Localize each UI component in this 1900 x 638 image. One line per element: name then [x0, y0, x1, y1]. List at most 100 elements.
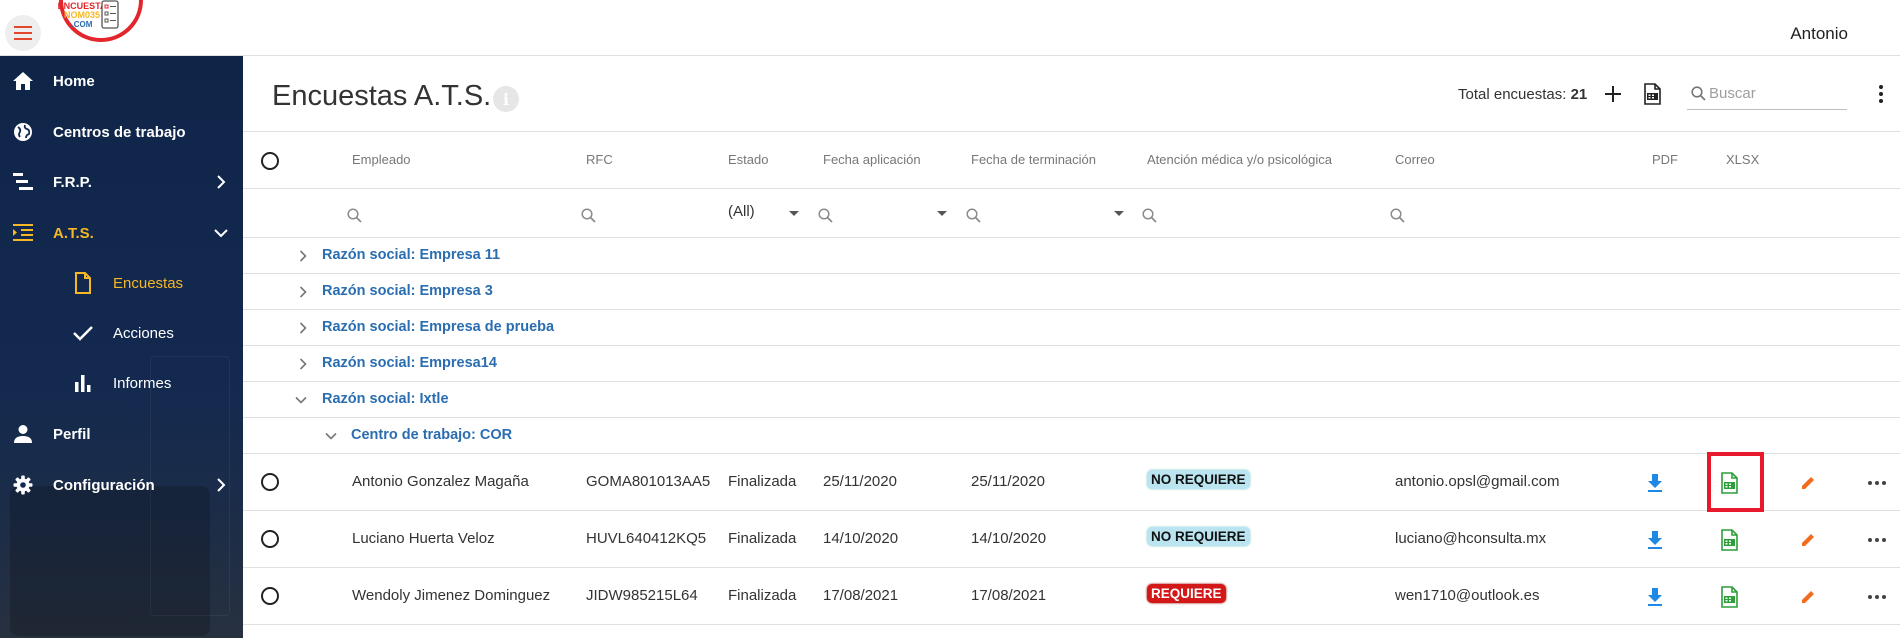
- edit-pencil-icon[interactable]: [1797, 586, 1819, 608]
- hamburger-menu-button[interactable]: [5, 15, 41, 51]
- cell-empleado: Wendoly Jimenez Dominguez: [352, 587, 551, 604]
- cell-estado: Finalizada: [728, 473, 797, 490]
- column-header-correo[interactable]: Correo: [1395, 152, 1435, 167]
- export-xlsx-button[interactable]: [1639, 80, 1667, 108]
- column-header-empleado[interactable]: Empleado: [352, 152, 411, 167]
- column-header-rfc[interactable]: RFC: [586, 152, 613, 167]
- cell-correo: antonio.opsl@gmail.com: [1395, 473, 1560, 490]
- sidebar-item-home[interactable]: Home: [0, 56, 243, 106]
- table-row[interactable]: Wendoly Jimenez Dominguez JIDW985215L64 …: [243, 568, 1900, 625]
- check-icon: [72, 322, 94, 344]
- row-more-options-icon[interactable]: [1866, 529, 1888, 551]
- cell-fecha-aplicacion: 25/11/2020: [823, 473, 897, 490]
- list-indent-icon: [12, 222, 34, 244]
- home-icon: [12, 70, 34, 92]
- search-input[interactable]: [1709, 85, 1839, 102]
- row-more-options-icon[interactable]: [1866, 472, 1888, 494]
- sidebar-item-configuracion[interactable]: Configuración: [0, 460, 243, 510]
- status-badge-no-requiere: NO REQUIERE: [1147, 527, 1250, 546]
- column-header-fecha-terminacion[interactable]: Fecha de terminación: [971, 152, 1096, 167]
- more-vertical-icon: [1879, 85, 1883, 103]
- chevron-right-icon: [297, 286, 309, 298]
- row-select-radio[interactable]: [261, 473, 279, 491]
- download-xlsx-icon[interactable]: [1719, 529, 1741, 551]
- group-row[interactable]: Razón social: Empresa 3: [243, 274, 1900, 310]
- sidebar-item-frp[interactable]: F.R.P.: [0, 157, 243, 207]
- cell-fecha-terminacion: 17/08/2021: [971, 587, 1047, 604]
- xlsx-export-icon: [1644, 83, 1661, 105]
- dropdown-caret-icon[interactable]: [937, 211, 947, 216]
- person-icon: [12, 423, 34, 445]
- table-row[interactable]: Luciano Huerta Veloz HUVL640412KQ5 Final…: [243, 511, 1900, 568]
- row-select-radio[interactable]: [261, 587, 279, 605]
- select-all-radio[interactable]: [261, 152, 279, 170]
- row-select-radio[interactable]: [261, 530, 279, 548]
- subgroup-row[interactable]: Centro de trabajo: COR: [243, 418, 1900, 454]
- group-row[interactable]: Razón social: Ixtle: [243, 382, 1900, 418]
- logo-text-2: NOM035: [64, 10, 100, 20]
- dropdown-caret-icon[interactable]: [789, 211, 799, 216]
- group-row[interactable]: Razón social: Empresa14: [243, 346, 1900, 382]
- filter-search-icon[interactable]: [816, 206, 834, 224]
- hamburger-icon: [14, 26, 32, 40]
- logo-text-3: .COM: [72, 20, 93, 29]
- cell-fecha-terminacion: 25/11/2020: [971, 473, 1045, 490]
- main-content: Encuestas A.T.S. i Total encuestas: 21 E…: [243, 56, 1900, 638]
- cell-rfc: HUVL640412KQ5: [586, 530, 707, 547]
- app-logo[interactable]: ENCUESTA NOM035 .COM: [55, 0, 150, 52]
- edit-pencil-icon[interactable]: [1797, 472, 1819, 494]
- sidebar-subitem-encuestas[interactable]: Encuestas: [0, 258, 243, 308]
- group-row[interactable]: Razón social: Empresa de prueba: [243, 310, 1900, 346]
- chevron-down-icon: [295, 394, 307, 406]
- sidebar-item-label: Home: [53, 72, 95, 90]
- sidebar-item-label: Perfil: [53, 425, 91, 443]
- status-badge-requiere: REQUIERE: [1147, 584, 1226, 603]
- sidebar-subitem-label: Encuestas: [113, 274, 184, 292]
- column-header-estado[interactable]: Estado: [728, 152, 768, 167]
- download-pdf-icon[interactable]: [1644, 529, 1666, 551]
- table-row[interactable]: Antonio Gonzalez Magaña GOMA801013AA5 Fi…: [243, 454, 1900, 511]
- row-more-options-icon[interactable]: [1866, 586, 1888, 608]
- sidebar-subitem-acciones[interactable]: Acciones: [0, 308, 243, 358]
- download-xlsx-icon[interactable]: [1719, 586, 1741, 608]
- chevron-right-icon: [297, 358, 309, 370]
- sidebar-subitem-informes[interactable]: Informes: [0, 358, 243, 408]
- sidebar-item-centros-de-trabajo[interactable]: Centros de trabajo: [0, 107, 243, 157]
- filter-search-icon[interactable]: [1388, 206, 1406, 224]
- gear-icon: [12, 474, 34, 496]
- dropdown-caret-icon[interactable]: [1114, 211, 1124, 216]
- filter-search-icon[interactable]: [1140, 206, 1158, 224]
- group-label: Razón social: Ixtle: [322, 391, 449, 407]
- user-name[interactable]: Antonio: [1790, 24, 1848, 44]
- more-options-button[interactable]: [1871, 82, 1891, 106]
- filter-search-icon[interactable]: [964, 206, 982, 224]
- column-header-pdf[interactable]: PDF: [1652, 152, 1678, 167]
- download-pdf-icon[interactable]: [1644, 586, 1666, 608]
- page-title: Encuestas A.T.S.: [272, 80, 492, 112]
- chevron-right-icon: [214, 175, 228, 189]
- sidebar-item-perfil[interactable]: Perfil: [0, 409, 243, 459]
- filter-search-icon[interactable]: [579, 206, 597, 224]
- cell-empleado: Luciano Huerta Veloz: [352, 530, 495, 547]
- sidebar-item-ats[interactable]: A.T.S.: [0, 208, 243, 258]
- grid-filter-row: (All): [243, 189, 1900, 238]
- column-header-xlsx[interactable]: XLSX: [1726, 152, 1759, 167]
- edit-pencil-icon[interactable]: [1797, 529, 1819, 551]
- info-icon[interactable]: i: [493, 86, 519, 112]
- total-label: Total encuestas:: [1458, 86, 1567, 103]
- column-header-atencion[interactable]: Atención médica y/o psicológica: [1147, 152, 1332, 167]
- sidebar-item-label: A.T.S.: [53, 224, 94, 242]
- cell-rfc: JIDW985215L64: [586, 587, 698, 604]
- filter-search-icon[interactable]: [345, 206, 363, 224]
- sidebar-subitem-label: Informes: [113, 374, 172, 392]
- page-header: Encuestas A.T.S. i Total encuestas: 21: [243, 56, 1900, 132]
- estado-filter-select[interactable]: (All): [728, 203, 755, 220]
- download-pdf-icon[interactable]: [1644, 472, 1666, 494]
- cell-estado: Finalizada: [728, 587, 797, 604]
- add-encuesta-button[interactable]: [1599, 80, 1627, 108]
- group-row[interactable]: Razón social: Empresa 11: [243, 238, 1900, 274]
- sidebar-item-label: Centros de trabajo: [53, 123, 186, 141]
- column-header-fecha-aplicacion[interactable]: Fecha aplicación: [823, 152, 921, 167]
- search-field[interactable]: [1687, 78, 1847, 110]
- cell-fecha-aplicacion: 14/10/2020: [823, 530, 899, 547]
